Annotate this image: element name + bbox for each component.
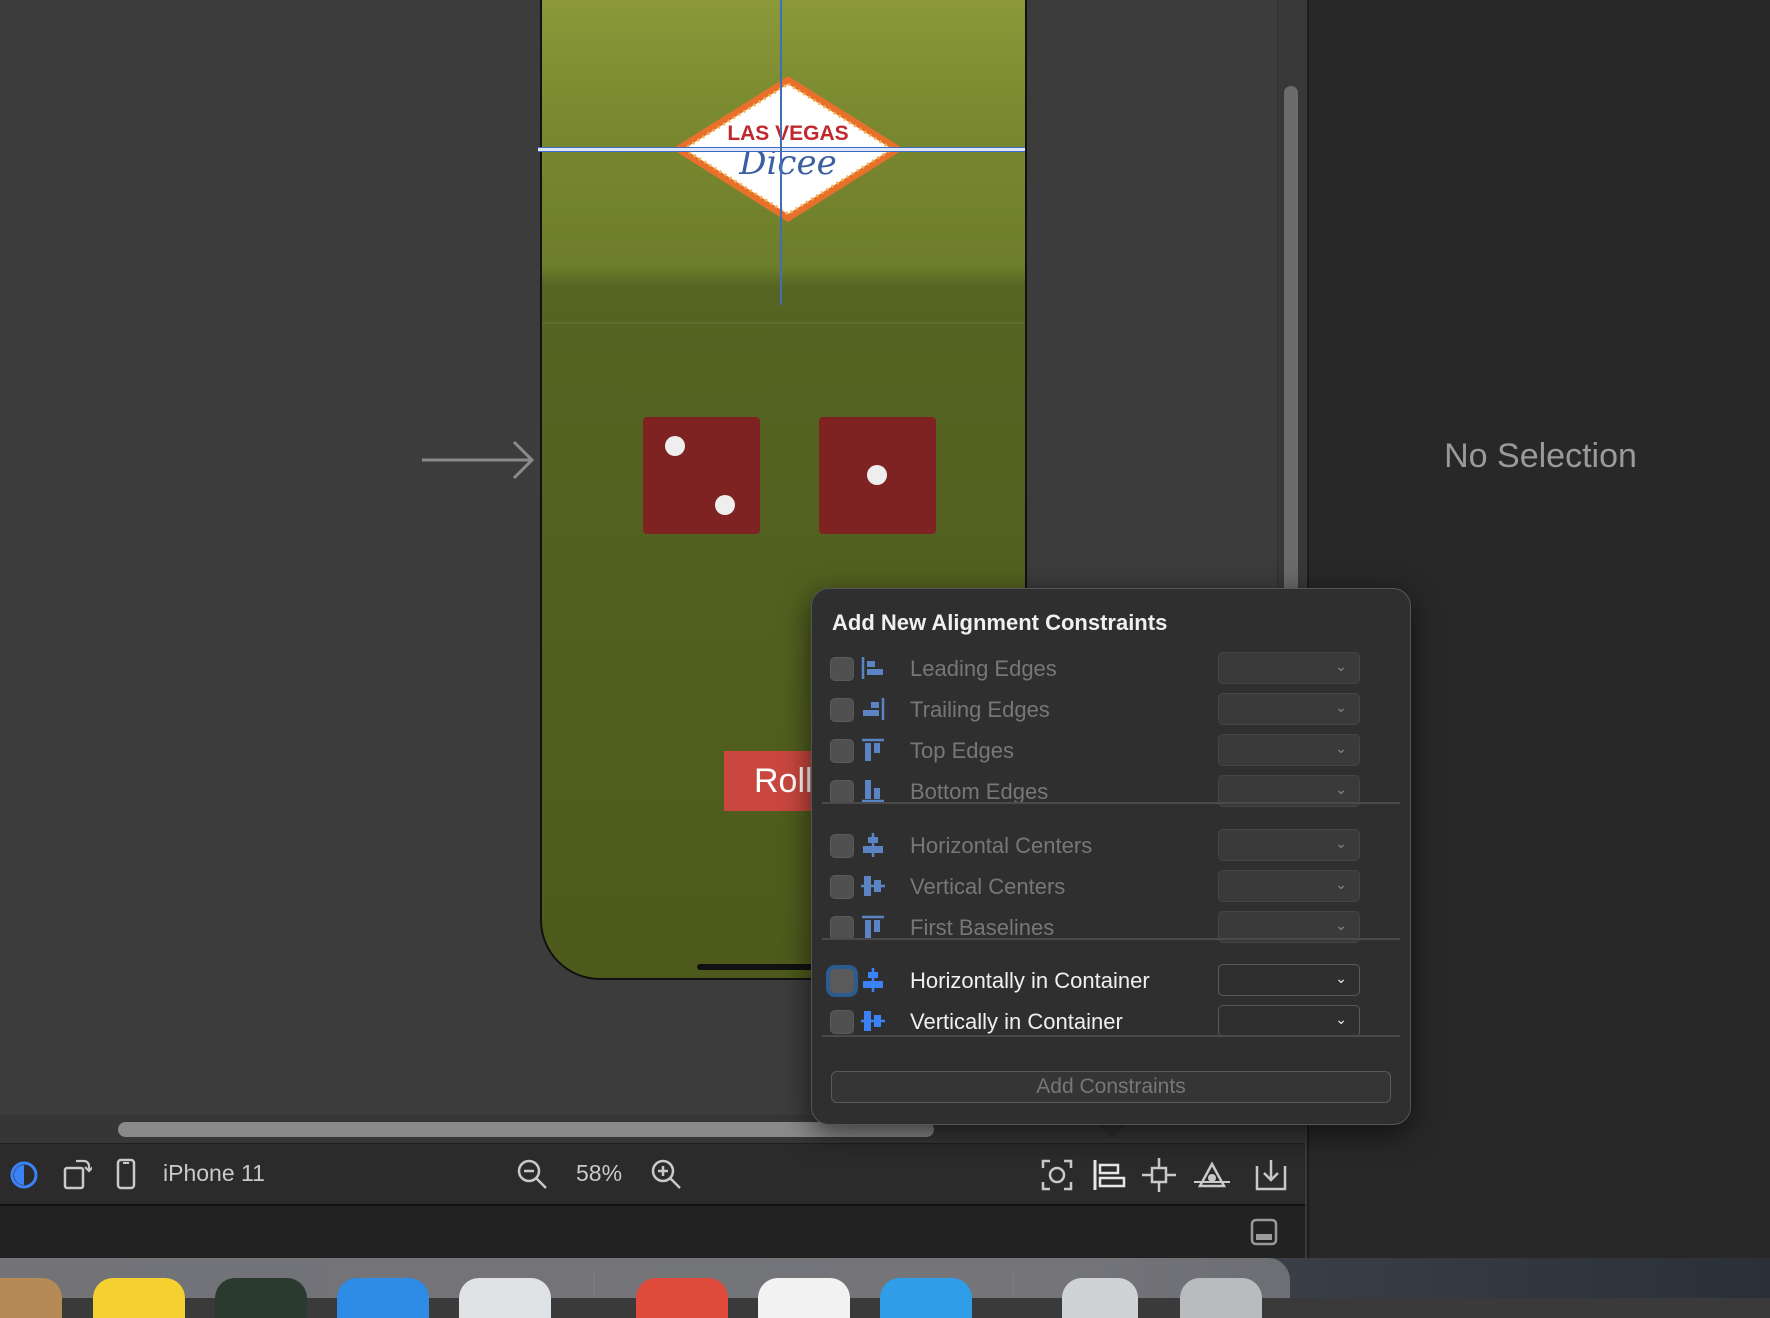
chevron-down-icon: ⌄ [1335,1011,1347,1027]
leading-edges-offset-dropdown[interactable]: ⌄ [1218,652,1360,684]
embed-in-icon[interactable] [1254,1158,1288,1192]
chevron-down-icon: ⌄ [1335,835,1347,851]
constraint-row-horizontal-centers[interactable]: Horizontal Centers ⌄ [830,826,1390,866]
horizontally-in-container-offset-dropdown[interactable]: ⌄ [1218,964,1360,996]
bottom-edges-checkbox[interactable] [830,780,854,804]
dock-app-icon[interactable] [758,1278,850,1318]
constraint-row-top-edges[interactable]: Top Edges ⌄ [830,731,1390,771]
constraint-row-vertical-centers[interactable]: Vertical Centers ⌄ [830,867,1390,907]
horizontal-scrollbar[interactable] [118,1122,934,1137]
vertically-in-container-icon [861,1011,885,1031]
first-baselines-icon [862,915,884,938]
dock-app-icon[interactable] [215,1278,307,1318]
left-dice-image[interactable] [643,417,760,534]
dock-app-icon[interactable] [880,1278,972,1318]
vertical-scrollbar[interactable] [1284,86,1298,626]
canvas-bottom-bar: iPhone 11 58% [0,1143,1305,1204]
add-new-constraints-icon[interactable] [1142,1158,1176,1192]
dock-app-icon[interactable] [636,1278,728,1318]
felt-divider [542,322,1025,324]
right-dice-image[interactable] [819,417,936,534]
chevron-down-icon: ⌄ [1335,699,1347,715]
chevron-down-icon: ⌄ [1335,917,1347,933]
update-frames-icon[interactable] [1040,1158,1074,1192]
trailing-edges-offset-dropdown[interactable]: ⌄ [1218,693,1360,725]
die-pip [715,495,735,515]
dock-app-icon[interactable] [459,1278,551,1318]
trailing-edges-checkbox[interactable] [830,698,854,722]
zoom-level: 58% [576,1160,623,1186]
first-baselines-checkbox[interactable] [830,916,854,940]
resolve-auto-layout-issues-icon[interactable] [1194,1158,1230,1192]
device-name-label[interactable]: iPhone 11 [163,1160,265,1187]
divider [822,1035,1400,1037]
leading-edges-icon [861,657,883,679]
vertical-centers-offset-dropdown[interactable]: ⌄ [1218,870,1360,902]
zoom-out-icon[interactable] [516,1158,548,1190]
horizontal-centers-label: Horizontal Centers [910,833,1093,858]
die-pip [867,465,887,485]
zoom-in-icon[interactable] [650,1158,682,1190]
vertically-in-container-offset-dropdown[interactable]: ⌄ [1218,1005,1360,1037]
chevron-down-icon: ⌄ [1335,970,1347,986]
vertical-centers-checkbox[interactable] [830,875,854,899]
constraint-row-leading-edges[interactable]: Leading Edges ⌄ [830,649,1390,689]
horizontally-in-container-icon [863,968,883,992]
dock-app-icon[interactable] [93,1278,185,1318]
top-edges-offset-dropdown[interactable]: ⌄ [1218,734,1360,766]
leading-edges-checkbox[interactable] [830,657,854,681]
no-selection-label: No Selection [1444,437,1637,475]
constraint-row-horizontally-in-container[interactable]: Horizontally in Container ⌄ [830,961,1390,1001]
orientation-icon[interactable] [62,1158,92,1190]
horizontal-centers-icon [863,833,883,857]
vertically-in-container-checkbox[interactable] [830,1010,854,1034]
vertically-in-container-label: Vertically in Container [910,1009,1123,1034]
chevron-down-icon: ⌄ [1335,781,1347,797]
dock-separator [1012,1270,1014,1298]
chevron-down-icon: ⌄ [1335,876,1347,892]
trailing-edges-icon [863,698,885,720]
dock-app-icon[interactable] [0,1278,62,1318]
leading-edges-label: Leading Edges [910,656,1057,681]
toggle-debug-area-icon[interactable] [1250,1218,1278,1246]
dock-app-icon[interactable] [337,1278,429,1318]
add-constraints-button[interactable]: Add Constraints [831,1071,1391,1103]
vertical-centers-label: Vertical Centers [910,874,1066,899]
popover-title: Add New Alignment Constraints [832,610,1168,635]
chevron-down-icon: ⌄ [1335,658,1347,674]
debug-area-bar [0,1204,1305,1260]
die-pip [665,436,685,456]
trash-icon[interactable] [1180,1278,1262,1318]
divider [822,802,1400,804]
constraint-row-trailing-edges[interactable]: Trailing Edges ⌄ [830,690,1390,730]
horizontal-centers-offset-dropdown[interactable]: ⌄ [1218,829,1360,861]
top-edges-label: Top Edges [910,738,1014,763]
constraint-row-first-baselines[interactable]: First Baselines ⌄ [830,908,1390,948]
horizontally-in-container-checkbox[interactable] [830,969,854,993]
trailing-edges-label: Trailing Edges [910,697,1050,722]
dock-separator [593,1270,595,1298]
chevron-down-icon: ⌄ [1335,740,1347,756]
vertical-centers-icon [861,876,885,896]
top-edges-checkbox[interactable] [830,739,854,763]
device-icon[interactable] [116,1158,136,1190]
horizontally-in-container-label: Horizontally in Container [910,968,1150,993]
initial-view-controller-arrow-icon [422,440,535,480]
vertical-alignment-guide [780,0,782,305]
appearance-toggle-icon[interactable] [10,1161,38,1189]
alignment-constraints-popover: Add New Alignment Constraints Leading Ed… [811,588,1411,1125]
align-icon[interactable] [1092,1158,1126,1192]
logo-title-text: LAS VEGAS [727,122,848,145]
divider [822,938,1400,940]
bottom-edges-icon [862,780,884,803]
horizontal-centers-checkbox[interactable] [830,834,854,858]
dock-app-icon[interactable] [1062,1278,1138,1318]
constraint-row-bottom-edges[interactable]: Bottom Edges ⌄ [830,772,1390,812]
top-edges-icon [862,738,884,761]
